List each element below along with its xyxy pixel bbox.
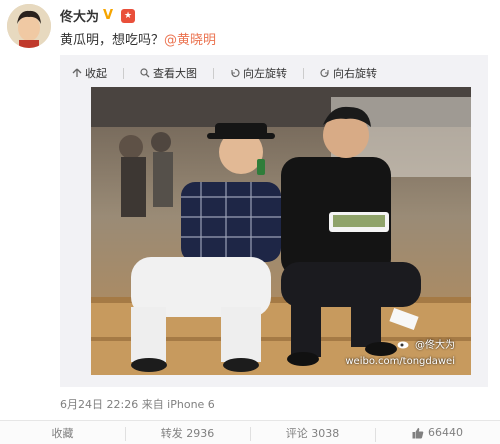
rotate-left-label: 向左旋转 xyxy=(243,67,287,80)
rotate-right-icon xyxy=(320,68,329,77)
level-badge-icon: ★ xyxy=(121,8,136,23)
author-line: 佟大为 V ★ xyxy=(60,6,136,25)
rotate-left-button[interactable]: 向左旋转 xyxy=(230,65,287,81)
verified-v-icon: V xyxy=(103,7,114,23)
view-large-label: 查看大图 xyxy=(153,67,197,80)
media-toolbar: 收起 查看大图 向左旋转 向右旋转 xyxy=(72,65,377,81)
rotate-right-label: 向右旋转 xyxy=(333,67,377,80)
thumbs-up-icon xyxy=(412,427,424,438)
watermark-logo: @佟大为 xyxy=(397,336,455,351)
favorite-label: 收藏 xyxy=(51,426,74,440)
collapse-label: 收起 xyxy=(85,67,107,80)
toolbar-divider xyxy=(213,67,214,79)
repost-button[interactable]: 转发 2936 xyxy=(125,425,250,441)
post-text: 黄瓜明，想吃吗？@黄晓明 xyxy=(60,29,216,48)
favorite-button[interactable]: 收藏 xyxy=(0,425,125,441)
action-bar: 收藏 转发 2936 评论 3038 66440 xyxy=(0,420,500,444)
like-count: 66440 xyxy=(428,426,463,439)
watermark-name: @佟大为 xyxy=(415,340,455,351)
watermark-url: weibo.com/tongdawei xyxy=(345,356,455,367)
mention-link[interactable]: @黄晓明 xyxy=(164,33,216,48)
repost-label: 转发 2936 xyxy=(160,426,215,440)
post-body: 黄瓜明，想吃吗？ xyxy=(60,33,165,48)
view-large-button[interactable]: 查看大图 xyxy=(140,65,197,81)
photo-illustration xyxy=(91,87,471,375)
rotate-right-button[interactable]: 向右旋转 xyxy=(320,65,377,81)
author-name[interactable]: 佟大为 xyxy=(60,6,99,25)
post-photo[interactable]: @佟大为 weibo.com/tongdawei xyxy=(91,87,471,375)
author-avatar[interactable] xyxy=(7,4,51,48)
post-meta: 6月24日 22:26 来自 iPhone 6 xyxy=(60,398,215,411)
toolbar-divider xyxy=(123,67,124,79)
toolbar-divider xyxy=(303,67,304,79)
comment-button[interactable]: 评论 3038 xyxy=(250,425,375,441)
rotate-left-icon xyxy=(231,68,240,77)
magnifier-icon xyxy=(140,68,150,78)
media-panel: 收起 查看大图 向左旋转 向右旋转 @佟大为 weibo.com/tongdaw… xyxy=(60,55,488,387)
avatar-image xyxy=(7,4,51,48)
comment-label: 评论 3038 xyxy=(285,426,340,440)
like-button[interactable]: 66440 xyxy=(375,426,500,442)
collapse-button[interactable]: 收起 xyxy=(72,65,107,81)
weibo-logo-icon xyxy=(397,341,409,349)
arrow-up-icon xyxy=(72,68,82,77)
